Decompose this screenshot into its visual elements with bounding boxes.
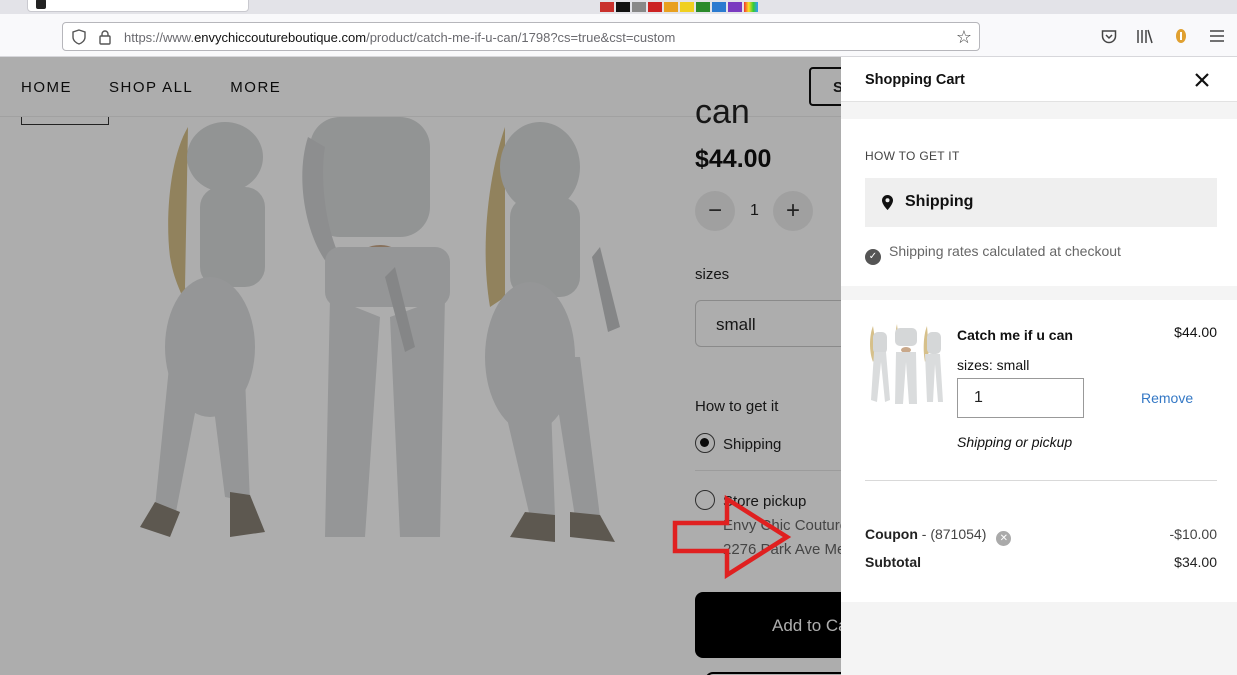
cart-item-thumbnail[interactable]	[865, 322, 947, 408]
bookmark-icon[interactable]	[680, 2, 694, 12]
web-page: HOME SHOP ALL MORE S can $44.00 − 1 + si…	[0, 57, 1237, 675]
browser-tab-strip	[0, 0, 1237, 14]
browser-toolbar: https://www.envychiccoutureboutique.com/…	[0, 14, 1237, 57]
menu-hamburger-icon[interactable]	[1207, 26, 1227, 46]
coupon-label: Coupon	[865, 526, 918, 542]
cart-item-name[interactable]: Catch me if u can	[957, 327, 1073, 343]
shopping-cart-drawer: Shopping Cart HOW TO GET IT Shipping ✓ Sh…	[841, 57, 1237, 675]
tracking-shield-icon[interactable]	[71, 29, 87, 45]
bookmark-star-icon[interactable]: ☆	[956, 27, 972, 47]
cart-header: Shopping Cart	[841, 57, 1237, 102]
coupon-code: - (871054)	[917, 526, 987, 542]
bookmark-icon[interactable]	[744, 2, 758, 12]
subtotal-value: $34.00	[1174, 554, 1217, 570]
shipping-option-box[interactable]: Shipping	[865, 178, 1217, 227]
how-to-get-it-caption: HOW TO GET IT	[865, 149, 960, 163]
browser-tab-active[interactable]	[27, 0, 249, 12]
url-path: /product/catch-me-if-u-can/1798?cs=true&…	[366, 30, 676, 45]
coupon-discount: -$10.00	[1169, 526, 1217, 542]
bookmark-icon[interactable]	[616, 2, 630, 12]
close-icon[interactable]	[1191, 69, 1213, 91]
cart-item-size: sizes: small	[957, 357, 1030, 373]
library-icon[interactable]	[1135, 26, 1155, 46]
url-prefix: https://www.	[124, 30, 195, 45]
bookmark-icon[interactable]	[712, 2, 726, 12]
cart-title: Shopping Cart	[865, 72, 965, 88]
rates-note-text: Shipping rates calculated at checkout	[889, 243, 1121, 259]
bookmark-icon[interactable]	[728, 2, 742, 12]
cart-item-price: $44.00	[1174, 324, 1217, 340]
extension-icon[interactable]	[1171, 26, 1191, 46]
bookmark-icon[interactable]	[632, 2, 646, 12]
remove-item-link[interactable]: Remove	[1141, 390, 1193, 406]
bookmark-icon[interactable]	[600, 2, 614, 12]
check-circle-icon: ✓	[865, 249, 881, 265]
bookmark-icon[interactable]	[664, 2, 678, 12]
location-pin-icon	[882, 195, 893, 210]
shipping-option-label: Shipping	[905, 193, 974, 210]
cart-item-fulfillment: Shipping or pickup	[957, 434, 1073, 450]
fulfillment-section: HOW TO GET IT Shipping ✓ Shipping rates c…	[841, 119, 1237, 286]
lock-icon[interactable]	[98, 29, 112, 45]
address-bar[interactable]: https://www.envychiccoutureboutique.com/…	[62, 22, 980, 51]
annotation-arrow-icon	[672, 495, 792, 579]
coupon-row: Coupon - (871054) ✕	[865, 526, 1012, 546]
tab-favicon-icon	[36, 0, 46, 9]
url-text[interactable]: https://www.envychiccoutureboutique.com/…	[124, 30, 675, 45]
url-domain: envychiccoutureboutique.com	[194, 30, 367, 45]
shipping-rates-note: ✓ Shipping rates calculated at checkout	[865, 243, 1121, 265]
pocket-icon[interactable]	[1099, 26, 1119, 46]
bookmarks-strip	[600, 2, 758, 12]
bookmark-icon[interactable]	[696, 2, 710, 12]
cart-items-section: Catch me if u can $44.00 sizes: small 1 …	[841, 300, 1237, 602]
cart-divider	[865, 480, 1217, 481]
remove-coupon-icon[interactable]: ✕	[996, 531, 1012, 546]
bookmark-icon[interactable]	[648, 2, 662, 12]
subtotal-label: Subtotal	[865, 554, 921, 570]
cart-item-quantity-input[interactable]: 1	[957, 378, 1084, 418]
modal-backdrop[interactable]	[0, 57, 841, 675]
